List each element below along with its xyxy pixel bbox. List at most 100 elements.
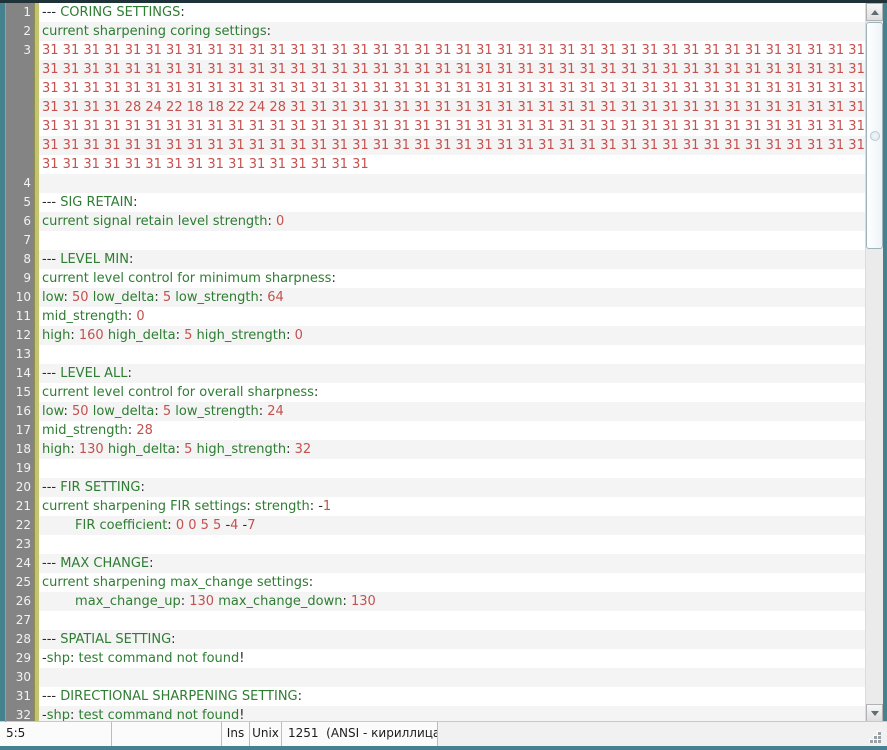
line-text[interactable]: mid_strength: 28 <box>39 421 865 440</box>
editor-row[interactable]: 31 31 31 31 28 24 22 18 18 22 24 28 31 3… <box>6 98 865 117</box>
line-text[interactable] <box>39 459 865 478</box>
line-text[interactable] <box>39 611 865 630</box>
vertical-scrollbar[interactable] <box>865 3 883 722</box>
line-number[interactable] <box>6 155 34 174</box>
line-text[interactable]: --- SIG RETAIN: <box>39 193 865 212</box>
line-number[interactable]: 10 <box>6 288 34 307</box>
editor-row[interactable]: 16 low: 50 low_delta: 5 low_strength: 24 <box>6 402 865 421</box>
line-number[interactable]: 7 <box>6 231 34 250</box>
line-number[interactable]: 16 <box>6 402 34 421</box>
editor-row[interactable]: 13 <box>6 345 865 364</box>
line-text[interactable] <box>39 174 865 193</box>
status-insert-mode[interactable]: Ins <box>222 722 250 746</box>
line-text[interactable]: -shp: test command not found! <box>39 649 865 668</box>
line-number[interactable]: 13 <box>6 345 34 364</box>
line-number[interactable]: 8 <box>6 250 34 269</box>
editor-row[interactable]: 18high: 130 high_delta: 5 high_strength:… <box>6 440 865 459</box>
line-text[interactable]: current sharpening coring settings: <box>39 22 865 41</box>
line-number[interactable]: 27 <box>6 611 34 630</box>
line-text[interactable]: low: 50 low_delta: 5 low_strength: 64 <box>39 288 865 307</box>
line-number[interactable]: 6 <box>6 212 34 231</box>
line-text[interactable]: --- LEVEL ALL: <box>39 364 865 383</box>
line-text[interactable]: low: 50 low_delta: 5 low_strength: 24 <box>39 402 865 421</box>
line-number[interactable]: 2 <box>6 22 34 41</box>
line-text[interactable] <box>39 345 865 364</box>
editor-row[interactable]: 14 --- LEVEL ALL: <box>6 364 865 383</box>
line-number[interactable]: 14 <box>6 364 34 383</box>
line-text[interactable]: 31 31 31 31 31 31 31 31 31 31 31 31 31 3… <box>39 136 865 155</box>
line-number[interactable]: 30 <box>6 668 34 687</box>
line-number[interactable]: 26 <box>6 592 34 611</box>
line-text[interactable]: 31 31 31 31 31 31 31 31 31 31 31 31 31 3… <box>39 60 865 79</box>
scrollbar-thumb[interactable] <box>866 22 883 249</box>
editor-row[interactable]: 15current level control for overall shar… <box>6 383 865 402</box>
editor-row[interactable]: 31 31 31 31 31 31 31 31 31 31 31 31 31 3… <box>6 155 865 174</box>
line-number[interactable]: 4 <box>6 174 34 193</box>
line-text[interactable]: current sharpening FIR settings: strengt… <box>39 497 865 516</box>
editor-row[interactable]: 31 31 31 31 31 31 31 31 31 31 31 31 31 3… <box>6 60 865 79</box>
line-text[interactable] <box>39 668 865 687</box>
line-number[interactable]: 20 <box>6 478 34 497</box>
line-text[interactable]: --- FIR SETTING: <box>39 478 865 497</box>
editor-row[interactable]: 29 -shp: test command not found! <box>6 649 865 668</box>
editor-row[interactable]: 20 --- FIR SETTING: <box>6 478 865 497</box>
status-encoding[interactable]: 1251 (ANSI - кириллица) <box>282 722 438 746</box>
line-text[interactable] <box>39 231 865 250</box>
editor-row[interactable]: 6 current signal retain level strength: 0 <box>6 212 865 231</box>
editor-row[interactable]: 32 -shp: test command not found! <box>6 706 865 722</box>
line-number[interactable]: 12 <box>6 326 34 345</box>
scroll-down-button[interactable] <box>866 704 883 722</box>
editor-row[interactable]: 17 mid_strength: 28 <box>6 421 865 440</box>
line-number[interactable]: 15 <box>6 383 34 402</box>
editor-row[interactable]: 8 --- LEVEL MIN: <box>6 250 865 269</box>
editor-row[interactable]: 7 <box>6 231 865 250</box>
line-number[interactable]: 32 <box>6 706 34 722</box>
line-text[interactable]: -shp: test command not found! <box>39 706 865 722</box>
line-text[interactable]: current signal retain level strength: 0 <box>39 212 865 231</box>
line-text[interactable]: --- MAX CHANGE: <box>39 554 865 573</box>
line-number[interactable] <box>6 79 34 98</box>
line-number[interactable]: 24 <box>6 554 34 573</box>
line-number[interactable]: 19 <box>6 459 34 478</box>
editor-row[interactable]: 10 low: 50 low_delta: 5 low_strength: 64 <box>6 288 865 307</box>
resize-grip-icon[interactable] <box>865 727 881 743</box>
line-number[interactable]: 9 <box>6 269 34 288</box>
editor-row[interactable]: 30 <box>6 668 865 687</box>
line-text[interactable]: FIR coefficient: 0 0 5 5 -4 -7 <box>39 516 865 535</box>
line-text[interactable]: high: 130 high_delta: 5 high_strength: 3… <box>39 440 865 459</box>
line-number[interactable]: 1 <box>6 3 34 22</box>
editor-row[interactable]: 31 31 31 31 31 31 31 31 31 31 31 31 31 3… <box>6 79 865 98</box>
scroll-up-button[interactable] <box>866 3 883 21</box>
editor-row[interactable]: 22 FIR coefficient: 0 0 5 5 -4 -7 <box>6 516 865 535</box>
editor-row[interactable]: 31 31 31 31 31 31 31 31 31 31 31 31 31 3… <box>6 136 865 155</box>
editor-row[interactable]: 25current sharpening max_change settings… <box>6 573 865 592</box>
line-number[interactable]: 11 <box>6 307 34 326</box>
line-text[interactable]: 31 31 31 31 31 31 31 31 31 31 31 31 31 3… <box>39 155 865 174</box>
editor-row[interactable]: 21current sharpening FIR settings: stren… <box>6 497 865 516</box>
line-text[interactable]: 31 31 31 31 28 24 22 18 18 22 24 28 31 3… <box>39 98 865 117</box>
line-text[interactable]: 31 31 31 31 31 31 31 31 31 31 31 31 31 3… <box>39 117 865 136</box>
editor-row[interactable]: 28--- SPATIAL SETTING: <box>6 630 865 649</box>
line-number[interactable]: 31 <box>6 687 34 706</box>
editor-row[interactable]: 331 31 31 31 31 31 31 31 31 31 31 31 31 … <box>6 41 865 60</box>
line-text[interactable]: --- LEVEL MIN: <box>39 250 865 269</box>
line-number[interactable]: 25 <box>6 573 34 592</box>
line-number[interactable]: 22 <box>6 516 34 535</box>
line-text[interactable]: high: 160 high_delta: 5 high_strength: 0 <box>39 326 865 345</box>
line-number[interactable] <box>6 60 34 79</box>
line-number[interactable]: 5 <box>6 193 34 212</box>
editor-row[interactable]: 31 --- DIRECTIONAL SHARPENING SETTING: <box>6 687 865 706</box>
editor-row[interactable]: 19 <box>6 459 865 478</box>
line-text[interactable]: 31 31 31 31 31 31 31 31 31 31 31 31 31 3… <box>39 41 865 60</box>
line-number[interactable] <box>6 117 34 136</box>
editor-row[interactable]: 26 max_change_up: 130 max_change_down: 1… <box>6 592 865 611</box>
editor-row[interactable]: 23 <box>6 535 865 554</box>
line-text[interactable]: --- DIRECTIONAL SHARPENING SETTING: <box>39 687 865 706</box>
editor-row[interactable]: 4 <box>6 174 865 193</box>
status-line-ending[interactable]: Unix <box>250 722 282 746</box>
line-text[interactable]: mid_strength: 0 <box>39 307 865 326</box>
editor-row[interactable]: 9current level control for minimum sharp… <box>6 269 865 288</box>
line-number[interactable]: 17 <box>6 421 34 440</box>
line-number[interactable] <box>6 98 34 117</box>
line-number[interactable]: 29 <box>6 649 34 668</box>
